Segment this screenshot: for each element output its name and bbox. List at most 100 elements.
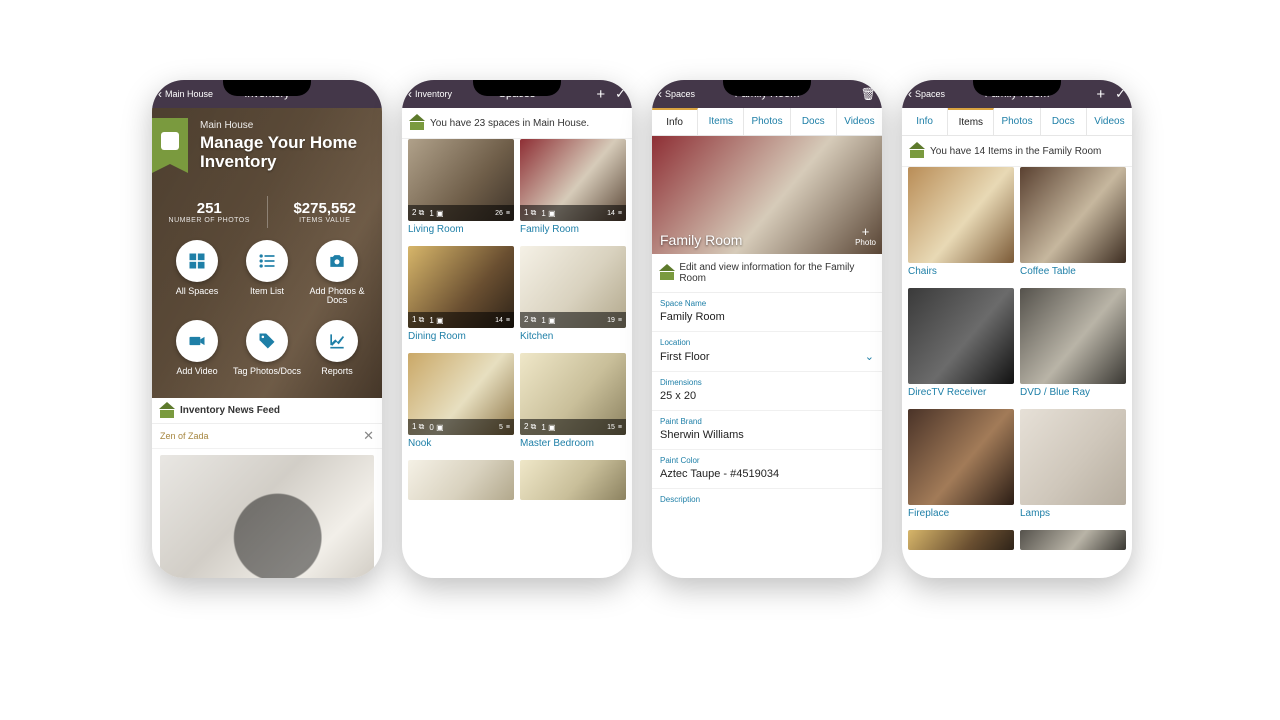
back-button[interactable]: ‹ Main House <box>158 88 213 100</box>
tab-photos[interactable]: Photos <box>994 108 1040 135</box>
item-name: DirecTV Receiver <box>908 387 1014 398</box>
add-button[interactable]: + <box>1096 86 1105 103</box>
item-card[interactable] <box>1020 530 1126 550</box>
space-card[interactable]: 2 ⧉1 ▣15≡Master Bedroom <box>520 353 626 454</box>
add-video-button[interactable]: Add Video <box>162 320 232 376</box>
field-description[interactable]: Description <box>652 489 882 512</box>
items-grid: Chairs Coffee Table DirecTV Receiver DVD / … <box>902 167 1132 550</box>
tab-items[interactable]: Items <box>948 108 994 135</box>
stats-row: 251 NUMBER OF PHOTOS $275,552 ITEMS VALU… <box>152 196 382 228</box>
thumbnail-stats: 1 ⧉1 ▣14≡ <box>408 312 514 328</box>
space-card[interactable]: 1 ⧉1 ▣14≡Dining Room <box>408 246 514 347</box>
field-location[interactable]: Location First Floor <box>652 332 882 372</box>
space-name: Living Room <box>408 224 514 235</box>
hero-heading: Manage Your Home Inventory <box>200 133 372 171</box>
space-card[interactable] <box>520 460 626 500</box>
summary-text: You have 23 spaces in Main House. <box>430 118 589 129</box>
space-card[interactable]: 1 ⧉0 ▣5≡Nook <box>408 353 514 454</box>
space-name: Master Bedroom <box>520 438 626 449</box>
add-photo-button[interactable]: + Photo <box>855 225 876 248</box>
add-button[interactable]: + <box>596 86 605 103</box>
tab-videos[interactable]: Videos <box>837 108 882 135</box>
thumbnail-stats: 2 ⧉1 ▣26≡ <box>408 205 514 221</box>
back-button[interactable]: ‹ Spaces <box>658 88 695 100</box>
info-message: Edit and view information for the Family… <box>652 254 882 293</box>
list-icon <box>257 251 277 271</box>
reports-button[interactable]: Reports <box>302 320 372 376</box>
tab-items[interactable]: Items <box>698 108 744 135</box>
space-thumbnail <box>520 460 626 500</box>
space-card[interactable]: 2 ⧉1 ▣26≡ Living Room <box>408 139 514 240</box>
space-thumbnail: 2 ⧉1 ▣19≡ <box>520 246 626 328</box>
item-name: Chairs <box>908 266 1014 277</box>
tab-bar: InfoItemsPhotosDocsVideos <box>652 108 882 136</box>
item-thumbnail <box>908 167 1014 263</box>
news-feed-header: Inventory News Feed <box>152 398 382 424</box>
all-spaces-button[interactable]: All Spaces <box>162 240 232 306</box>
hero-subtitle: Main House <box>200 120 372 131</box>
close-icon[interactable]: ✕ <box>363 428 374 444</box>
space-hero-title: Family Room <box>660 232 742 248</box>
space-thumbnail <box>408 460 514 500</box>
field-paint-color[interactable]: Paint Color Aztec Taupe - #4519034 <box>652 450 882 489</box>
screen-space-info: ‹ Spaces Family Room 🗑 InfoItemsPhotosDo… <box>652 80 882 578</box>
screen-spaces-list: ‹ Inventory Spaces + ✓ You have 23 space… <box>402 80 632 578</box>
camera-plus-icon <box>327 251 347 271</box>
delete-button[interactable]: 🗑 <box>861 87 876 101</box>
tab-info[interactable]: Info <box>652 108 698 135</box>
space-name: Family Room <box>520 224 626 235</box>
item-thumbnail <box>908 409 1014 505</box>
tab-photos[interactable]: Photos <box>744 108 790 135</box>
field-paint-brand[interactable]: Paint Brand Sherwin Williams <box>652 411 882 450</box>
item-card[interactable]: Lamps <box>1020 409 1126 524</box>
space-thumbnail: 1 ⧉0 ▣5≡ <box>408 353 514 435</box>
news-feed-title: Inventory News Feed <box>180 405 280 416</box>
back-label: Main House <box>165 89 213 99</box>
item-card[interactable]: DirecTV Receiver <box>908 288 1014 403</box>
ribbon-badge <box>152 118 188 164</box>
item-card[interactable]: Fireplace <box>908 409 1014 524</box>
space-card[interactable]: 1 ⧉1 ▣14≡ Family Room <box>520 139 626 240</box>
chevron-left-icon: ‹ <box>408 88 412 100</box>
tab-info[interactable]: Info <box>902 108 948 135</box>
summary-text: You have 14 Items in the Family Room <box>930 146 1101 157</box>
item-card[interactable]: Coffee Table <box>1020 167 1126 282</box>
confirm-button[interactable]: ✓ <box>615 86 626 102</box>
device-notch <box>973 80 1061 96</box>
item-card[interactable]: DVD / Blue Ray <box>1020 288 1126 403</box>
device-notch <box>473 80 561 96</box>
news-feed-item-header[interactable]: Zen of Zada ✕ <box>152 424 382 449</box>
house-icon <box>160 404 174 418</box>
space-card[interactable] <box>408 460 514 500</box>
space-thumbnail: 1 ⧉1 ▣14≡ <box>408 246 514 328</box>
item-thumbnail <box>908 288 1014 384</box>
screen-space-items: ‹ Spaces Family Room + ✓ InfoItemsPhotos… <box>902 80 1132 578</box>
news-feed-image[interactable] <box>160 455 374 578</box>
tab-videos[interactable]: Videos <box>1087 108 1132 135</box>
item-card[interactable]: Chairs <box>908 167 1014 282</box>
device-notch <box>223 80 311 96</box>
back-label: Inventory <box>415 89 452 99</box>
action-grid: All Spaces Item List Add Photos & Docs A… <box>152 240 382 376</box>
tab-docs[interactable]: Docs <box>791 108 837 135</box>
field-dimensions[interactable]: Dimensions 25 x 20 <box>652 372 882 411</box>
video-icon <box>187 331 207 351</box>
add-photos-docs-button[interactable]: Add Photos & Docs <box>302 240 372 306</box>
back-button[interactable]: ‹ Inventory <box>408 88 452 100</box>
field-space-name[interactable]: Space Name Family Room <box>652 293 882 332</box>
item-list-button[interactable]: Item List <box>232 240 302 306</box>
tab-docs[interactable]: Docs <box>1041 108 1087 135</box>
chevron-left-icon: ‹ <box>658 88 662 100</box>
tag-photos-docs-button[interactable]: Tag Photos/Docs <box>232 320 302 376</box>
back-label: Spaces <box>665 89 695 99</box>
summary-message: You have 14 Items in the Family Room <box>902 136 1132 167</box>
thumbnail-stats: 1 ⧉1 ▣14≡ <box>520 205 626 221</box>
space-thumbnail: 2 ⧉1 ▣26≡ <box>408 139 514 221</box>
confirm-button[interactable]: ✓ <box>1115 86 1126 102</box>
item-card[interactable] <box>908 530 1014 550</box>
item-name: Lamps <box>1020 508 1126 519</box>
thumbnail-stats: 2 ⧉1 ▣19≡ <box>520 312 626 328</box>
back-button[interactable]: ‹ Spaces <box>908 88 945 100</box>
house-icon <box>910 144 924 158</box>
space-card[interactable]: 2 ⧉1 ▣19≡Kitchen <box>520 246 626 347</box>
